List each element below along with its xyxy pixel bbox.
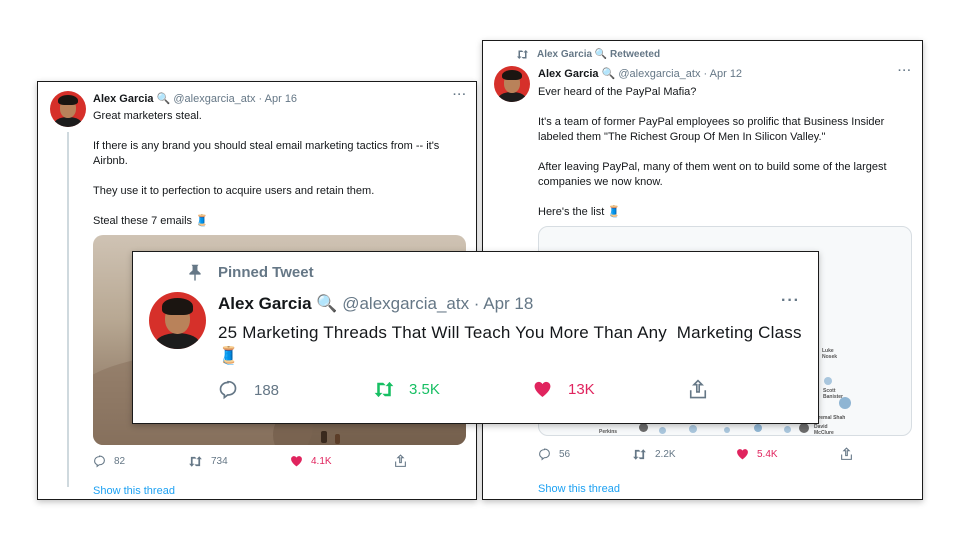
author-name[interactable]: Alex Garcia: [538, 68, 599, 80]
pin-icon: [189, 264, 201, 281]
like-count: 5.4K: [757, 448, 778, 460]
retweet-count: 734: [211, 456, 228, 467]
retweet-count: 2.2K: [655, 449, 676, 460]
tweet-text: 25 Marketing Threads That Will Teach You…: [218, 323, 807, 365]
map-label: Scott Banister: [823, 388, 844, 400]
share-button[interactable]: [688, 379, 708, 400]
show-thread-link[interactable]: Show this thread: [93, 485, 175, 497]
retweet-button[interactable]: 734: [188, 455, 228, 468]
author-emoji: 🔍: [601, 68, 616, 80]
thread-line: [67, 132, 69, 487]
avatar[interactable]: [494, 66, 530, 102]
retweet-button[interactable]: 2.2K: [632, 448, 676, 461]
map-label: Luke Nosek: [822, 348, 838, 360]
avatar[interactable]: [149, 292, 206, 349]
pinned-row: Pinned Tweet: [188, 264, 314, 281]
handle-date[interactable]: @alexgarcia_atx · Apr 18: [342, 294, 533, 313]
like-count: 4.1K: [311, 455, 332, 467]
reply-button[interactable]: 82: [93, 455, 125, 468]
handle-date[interactable]: @alexgarcia_atx · Apr 12: [618, 68, 742, 80]
author-emoji: 🔍: [316, 294, 338, 313]
map-label: Perkins: [599, 429, 618, 435]
tweet-header: Alex Garcia 🔍 @alexgarcia_atx · Apr 18: [218, 294, 533, 314]
more-options-button[interactable]: ···: [453, 89, 467, 101]
pinned-tweet-card[interactable]: Pinned Tweet Alex Garcia 🔍 @alexgarcia_a…: [132, 251, 819, 424]
reply-count: 82: [114, 456, 126, 467]
share-button[interactable]: [394, 454, 407, 468]
reply-icon: [219, 380, 237, 400]
handle-date[interactable]: @alexgarcia_atx · Apr 16: [173, 93, 297, 105]
more-options-button[interactable]: ···: [781, 292, 800, 310]
retweet-icon: [633, 449, 646, 460]
share-icon: [841, 447, 852, 460]
reply-count: 56: [559, 449, 571, 460]
author-name[interactable]: Alex Garcia: [218, 294, 312, 313]
retweet-count: 3.5K: [409, 381, 440, 398]
author-name[interactable]: Alex Garcia: [93, 93, 154, 105]
tweet-header: Alex Garcia 🔍 @alexgarcia_atx · Apr 16: [93, 92, 297, 105]
retweet-button[interactable]: 3.5K: [373, 380, 440, 399]
more-options-button[interactable]: ···: [898, 65, 912, 77]
map-label: David McClure: [814, 424, 834, 436]
retweet-icon: [189, 456, 202, 467]
like-count: 13K: [568, 380, 595, 398]
tweet-text: Great marketers steal. If there is any b…: [93, 110, 440, 227]
like-button[interactable]: 13K: [533, 380, 595, 398]
reply-button[interactable]: 188: [218, 380, 279, 400]
author-emoji: 🔍: [156, 93, 171, 105]
share-button[interactable]: [840, 447, 853, 461]
like-button[interactable]: 4.1K: [290, 455, 332, 467]
retweeted-by-label[interactable]: Alex Garcia 🔍 Retweeted: [537, 49, 660, 60]
tweet-text: Ever heard of the PayPal Mafia? It's a t…: [538, 86, 887, 218]
reply-icon: [94, 455, 105, 468]
like-button[interactable]: 5.4K: [736, 448, 778, 460]
reply-button[interactable]: 56: [538, 448, 570, 461]
pinned-label: Pinned Tweet: [218, 264, 314, 281]
avatar[interactable]: [50, 91, 86, 127]
reply-count: 188: [254, 381, 280, 399]
retweet-icon: [517, 50, 528, 59]
retweeted-by-row: Alex Garcia 🔍 Retweeted: [516, 49, 660, 60]
map-label: Premal Shah: [815, 415, 846, 421]
reply-icon: [539, 448, 550, 461]
heart-icon: [534, 381, 551, 397]
heart-icon: [291, 456, 302, 467]
share-icon: [395, 454, 406, 467]
show-thread-link[interactable]: Show this thread: [538, 483, 620, 495]
heart-icon: [737, 449, 748, 460]
tweet-header: Alex Garcia 🔍 @alexgarcia_atx · Apr 12: [538, 67, 742, 80]
retweet-icon: [374, 381, 394, 398]
share-icon: [689, 379, 707, 399]
